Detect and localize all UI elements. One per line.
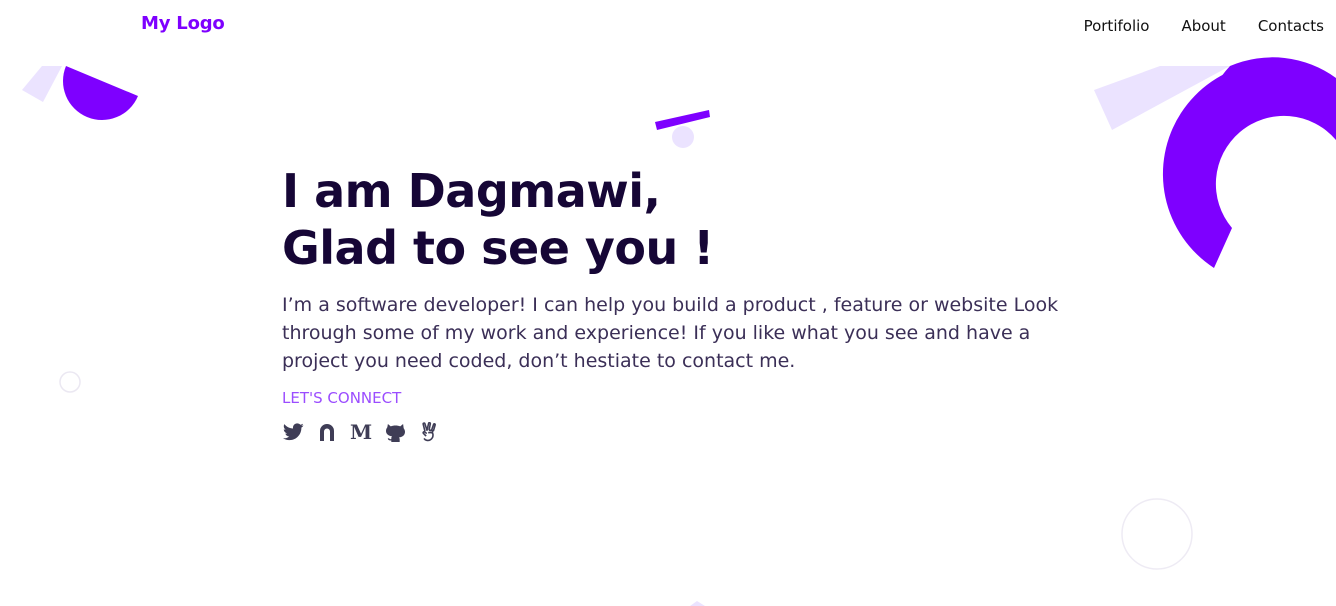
deco-light-bar-left (22, 66, 62, 102)
twitter-link[interactable] (282, 421, 304, 443)
angellist-link[interactable] (418, 421, 440, 443)
hero-title: I am Dagmawi, Glad to see you ! (282, 163, 1102, 277)
deco-large-circle (1121, 498, 1193, 570)
medium-icon: M (349, 420, 373, 444)
main-nav: Portifolio About Contacts (1084, 17, 1324, 35)
github-icon (385, 423, 405, 442)
page: My Logo Portifolio About Contacts I am D… (0, 0, 1336, 606)
github-link[interactable] (384, 421, 406, 443)
deco-center-dot (672, 126, 694, 148)
site-header: My Logo Portifolio About Contacts (0, 0, 1336, 56)
hero-section: I am Dagmawi, Glad to see you ! I’m a so… (282, 163, 1102, 443)
twitter-icon (282, 423, 304, 441)
lets-connect-link[interactable]: LET'S CONNECT (282, 389, 401, 407)
angellist-icon (422, 422, 436, 442)
logo-link[interactable]: My Logo (141, 13, 225, 34)
nav-link-about[interactable]: About (1181, 17, 1225, 35)
hero-title-line1: I am Dagmawi, (282, 164, 661, 218)
hero-title-line2: Glad to see you ! (282, 221, 714, 275)
nav-link-portfolio[interactable]: Portifolio (1084, 17, 1150, 35)
nav-link-contacts[interactable]: Contacts (1258, 17, 1324, 35)
deco-purple-semicircle (63, 66, 139, 121)
hashnode-icon (320, 424, 334, 441)
medium-link[interactable]: M (350, 421, 372, 443)
hashnode-link[interactable] (316, 421, 338, 443)
deco-bottom-mark (690, 601, 705, 606)
social-links: M (282, 421, 1102, 443)
deco-small-circle (59, 371, 81, 393)
hero-description: I’m a software developer! I can help you… (282, 294, 1059, 372)
